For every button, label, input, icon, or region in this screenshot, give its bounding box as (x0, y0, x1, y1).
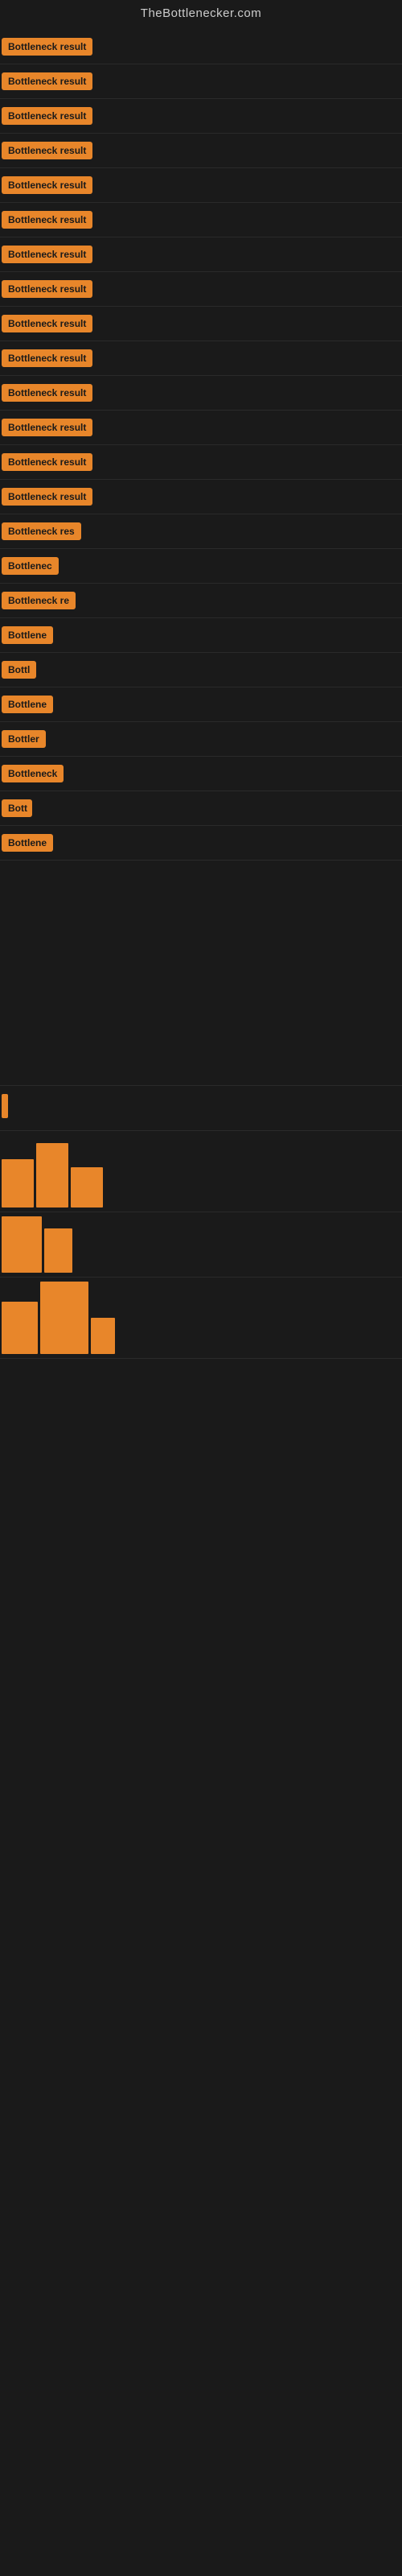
chart-bar (2, 1302, 38, 1354)
bottleneck-badge: Bottleneck result (2, 453, 92, 471)
small-bar-indicator (2, 1094, 8, 1118)
bottleneck-item[interactable]: Bottlenec (0, 549, 402, 584)
chart-bar (44, 1228, 72, 1273)
bottleneck-item[interactable]: Bottleneck res (0, 514, 402, 549)
small-bar-section (0, 1086, 402, 1131)
bottleneck-badge: Bottleneck result (2, 142, 92, 159)
bottleneck-badge: Bottleneck result (2, 488, 92, 506)
bottleneck-item[interactable]: Bottleneck result (0, 134, 402, 168)
bottleneck-badge: Bottleneck result (2, 211, 92, 229)
chart-row-3 (0, 1278, 402, 1359)
bottleneck-item[interactable]: Bottlene (0, 826, 402, 861)
bottleneck-item[interactable]: Bottlene (0, 618, 402, 653)
chart-bar (71, 1167, 103, 1208)
bottleneck-badge: Bottlene (2, 696, 53, 713)
bottleneck-badge: Bottleneck result (2, 107, 92, 125)
bottleneck-list: Bottleneck result Bottleneck result Bottle… (0, 30, 402, 861)
bottleneck-badge: Bottleneck result (2, 72, 92, 90)
bottom-chart-area (0, 1131, 402, 1367)
bottleneck-item[interactable]: Bottleneck result (0, 237, 402, 272)
chart-bar (40, 1282, 88, 1354)
bottleneck-item[interactable]: Bottl (0, 653, 402, 687)
bottleneck-badge: Bottleneck result (2, 315, 92, 332)
bottleneck-item[interactable]: Bottleneck result (0, 99, 402, 134)
bottleneck-item[interactable]: Bottleneck (0, 757, 402, 791)
bottleneck-item[interactable]: Bottleneck result (0, 480, 402, 514)
chart-bar (2, 1159, 34, 1208)
bottleneck-item[interactable]: Bottlene (0, 687, 402, 722)
bottleneck-item[interactable]: Bottleneck result (0, 64, 402, 99)
bottleneck-item[interactable]: Bottleneck result (0, 168, 402, 203)
bottleneck-badge: Bott (2, 799, 32, 817)
bottleneck-badge: Bottleneck result (2, 176, 92, 194)
bottleneck-item[interactable]: Bottleneck result (0, 307, 402, 341)
bottleneck-item[interactable]: Bottleneck result (0, 30, 402, 64)
chart-row-1 (0, 1139, 402, 1212)
bottleneck-badge: Bottlene (2, 626, 53, 644)
bottleneck-badge: Bottleneck result (2, 280, 92, 298)
chart-bar (36, 1143, 68, 1208)
bottleneck-badge: Bottleneck result (2, 349, 92, 367)
bottleneck-badge: Bottleneck re (2, 592, 76, 609)
bottleneck-item[interactable]: Bottleneck result (0, 411, 402, 445)
site-title: TheBottlenecker.com (0, 0, 402, 30)
bottleneck-badge: Bottleneck res (2, 522, 81, 540)
bottleneck-badge: Bottler (2, 730, 46, 748)
bottleneck-item[interactable]: Bottleneck result (0, 203, 402, 237)
bottleneck-item[interactable]: Bottleneck result (0, 272, 402, 307)
bottleneck-item[interactable]: Bottleneck re (0, 584, 402, 618)
bottleneck-item[interactable]: Bottleneck result (0, 376, 402, 411)
bottleneck-badge: Bottleneck result (2, 419, 92, 436)
chart-bar (91, 1318, 115, 1354)
spacer-section (0, 861, 402, 1086)
bottleneck-badge: Bottlenec (2, 557, 59, 575)
bottleneck-badge: Bottleneck result (2, 384, 92, 402)
bottleneck-item[interactable]: Bottleneck result (0, 341, 402, 376)
chart-bar (2, 1216, 42, 1273)
bottleneck-badge: Bottlene (2, 834, 53, 852)
bottleneck-item[interactable]: Bott (0, 791, 402, 826)
bottleneck-badge: Bottleneck (2, 765, 64, 782)
chart-row-2 (0, 1212, 402, 1278)
bottleneck-badge: Bottleneck result (2, 38, 92, 56)
bottleneck-item[interactable]: Bottleneck result (0, 445, 402, 480)
bottleneck-badge: Bottl (2, 661, 36, 679)
bottleneck-badge: Bottleneck result (2, 246, 92, 263)
bottleneck-item[interactable]: Bottler (0, 722, 402, 757)
